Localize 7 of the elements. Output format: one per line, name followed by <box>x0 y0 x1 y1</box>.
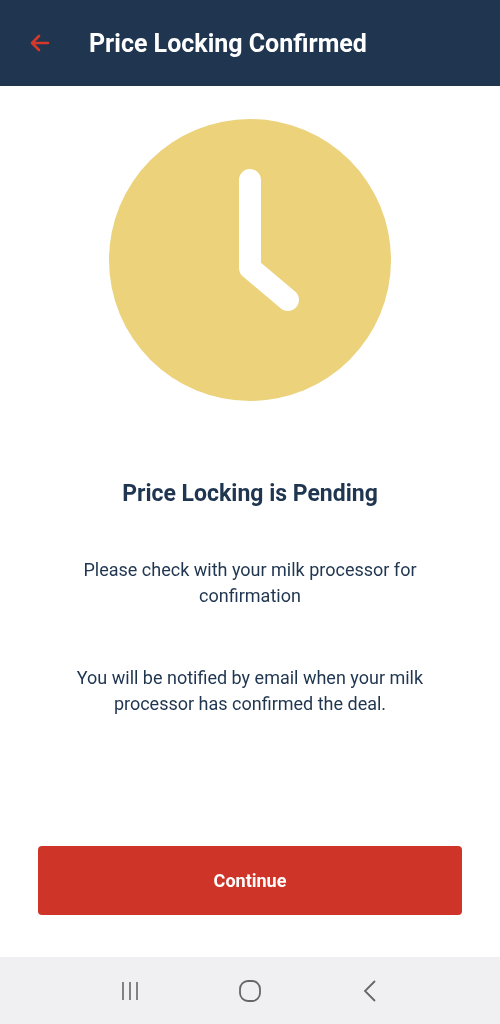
screen-title: Price Locking Confirmed <box>89 28 367 58</box>
continue-button[interactable]: Continue <box>38 846 462 915</box>
status-message: Please check with your milk processor for confirmation <box>82 558 418 608</box>
status-heading: Price Locking is Pending <box>122 480 378 507</box>
status-message: You will be notified by email when your milk processor has confirmed the deal. <box>75 666 425 716</box>
clock-icon <box>108 118 392 402</box>
home-icon[interactable] <box>238 978 262 1003</box>
